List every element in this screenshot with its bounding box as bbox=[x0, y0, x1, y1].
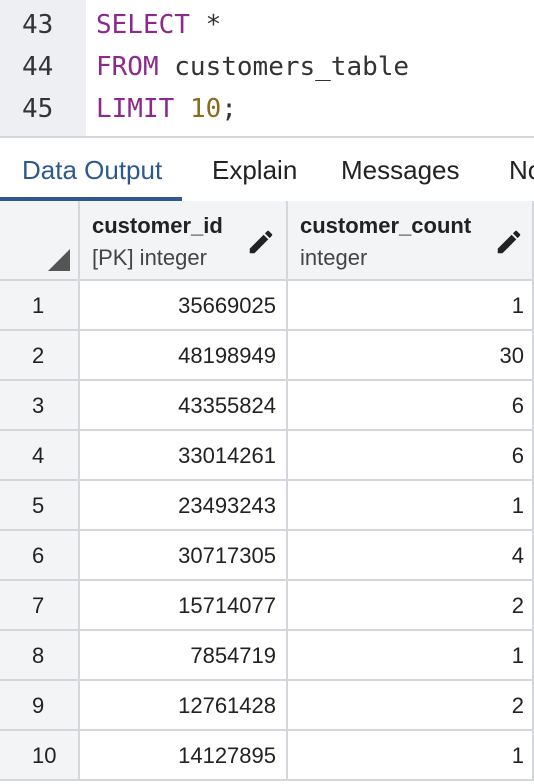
tab-label: Explain bbox=[212, 155, 298, 185]
column-type: [PK] integer bbox=[92, 245, 207, 270]
customer-id-cell[interactable]: 12761428 bbox=[80, 681, 288, 731]
table-row[interactable]: 9 12761428 2 bbox=[0, 681, 534, 731]
sql-editor[interactable]: 43 SELECT * 44 FROM customers_table 45 L… bbox=[0, 0, 534, 136]
table-row[interactable]: 10 14127895 1 bbox=[0, 731, 534, 781]
code-text[interactable]: FROM customers_table bbox=[96, 46, 409, 88]
column-header-customer-id[interactable]: customer_id [PK] integer bbox=[80, 201, 288, 281]
tab-explain[interactable]: Explain bbox=[212, 138, 297, 202]
customer-count-cell[interactable]: 6 bbox=[288, 381, 534, 431]
line-number: 43 bbox=[22, 10, 54, 40]
edit-pencil-icon[interactable] bbox=[494, 227, 524, 257]
row-number-cell[interactable]: 10 bbox=[0, 731, 80, 781]
tab-notifications[interactable]: No bbox=[509, 138, 534, 202]
customer-count-cell[interactable]: 1 bbox=[288, 281, 534, 331]
sql-text: customers_table bbox=[158, 52, 410, 82]
row-number-cell[interactable]: 5 bbox=[0, 481, 80, 531]
customer-count-cell[interactable]: 4 bbox=[288, 531, 534, 581]
select-all-corner[interactable] bbox=[0, 201, 80, 281]
row-number-cell[interactable]: 3 bbox=[0, 381, 80, 431]
sql-keyword: LIMIT bbox=[96, 94, 175, 124]
customer-count-cell[interactable]: 2 bbox=[288, 681, 534, 731]
line-number: 44 bbox=[22, 52, 54, 82]
row-number-cell[interactable]: 2 bbox=[0, 331, 80, 381]
customer-id-cell[interactable]: 30717305 bbox=[80, 531, 288, 581]
tab-label: Data Output bbox=[22, 155, 163, 185]
corner-triangle-icon bbox=[48, 249, 70, 271]
tab-data-output[interactable]: Data Output bbox=[0, 138, 183, 202]
customer-id-cell[interactable]: 35669025 bbox=[80, 281, 288, 331]
table-row[interactable]: 2 48198949 30 bbox=[0, 331, 534, 381]
customer-id-cell[interactable]: 14127895 bbox=[80, 731, 288, 781]
customer-count-cell[interactable]: 1 bbox=[288, 631, 534, 681]
column-name: customer_count bbox=[300, 213, 472, 238]
code-line[interactable]: 43 SELECT * bbox=[0, 4, 534, 46]
customer-count-cell[interactable]: 6 bbox=[288, 431, 534, 481]
result-grid: customer_id [PK] integer customer_count … bbox=[0, 201, 534, 784]
code-line[interactable]: 45 LIMIT 10; bbox=[0, 88, 534, 130]
sql-text: ; bbox=[221, 94, 237, 124]
sql-keyword: SELECT bbox=[96, 10, 190, 40]
customer-id-cell[interactable]: 7854719 bbox=[80, 631, 288, 681]
customer-count-cell[interactable]: 1 bbox=[288, 731, 534, 781]
customer-count-cell[interactable]: 1 bbox=[288, 481, 534, 531]
edit-pencil-icon[interactable] bbox=[246, 227, 276, 257]
table-row[interactable]: 4 33014261 6 bbox=[0, 431, 534, 481]
sql-keyword: FROM bbox=[96, 52, 159, 82]
row-number-cell[interactable]: 8 bbox=[0, 631, 80, 681]
customer-id-cell[interactable]: 48198949 bbox=[80, 331, 288, 381]
row-number-cell[interactable]: 6 bbox=[0, 531, 80, 581]
customer-id-cell[interactable]: 43355824 bbox=[80, 381, 288, 431]
table-row[interactable]: 8 7854719 1 bbox=[0, 631, 534, 681]
table-row[interactable]: 1 35669025 1 bbox=[0, 281, 534, 331]
code-text[interactable]: SELECT * bbox=[96, 4, 221, 46]
table-row[interactable]: 3 43355824 6 bbox=[0, 381, 534, 431]
column-header-customer-count[interactable]: customer_count integer bbox=[288, 201, 534, 281]
customer-count-cell[interactable]: 2 bbox=[288, 581, 534, 631]
tab-label: Messages bbox=[341, 155, 460, 185]
column-name: customer_id bbox=[92, 213, 223, 238]
row-number-cell[interactable]: 4 bbox=[0, 431, 80, 481]
code-text[interactable]: LIMIT 10; bbox=[96, 88, 237, 130]
column-type: integer bbox=[300, 245, 368, 270]
row-number-cell[interactable]: 9 bbox=[0, 681, 80, 731]
customer-id-cell[interactable]: 15714077 bbox=[80, 581, 288, 631]
sql-number: 10 bbox=[189, 94, 222, 124]
customer-count-cell[interactable]: 30 bbox=[288, 331, 534, 381]
table-row[interactable]: 5 23493243 1 bbox=[0, 481, 534, 531]
table-row[interactable]: 7 15714077 2 bbox=[0, 581, 534, 631]
row-number-cell[interactable]: 1 bbox=[0, 281, 80, 331]
tab-messages[interactable]: Messages bbox=[341, 138, 460, 202]
row-number-cell[interactable]: 7 bbox=[0, 581, 80, 631]
code-line[interactable]: 44 FROM customers_table bbox=[0, 46, 534, 88]
output-tabs: Data Output Explain Messages No bbox=[0, 136, 534, 203]
table-row[interactable]: 6 30717305 4 bbox=[0, 531, 534, 581]
customer-id-cell[interactable]: 33014261 bbox=[80, 431, 288, 481]
line-number: 45 bbox=[22, 94, 54, 124]
tab-label: No bbox=[509, 155, 534, 185]
sql-text: * bbox=[189, 10, 222, 40]
customer-id-cell[interactable]: 23493243 bbox=[80, 481, 288, 531]
